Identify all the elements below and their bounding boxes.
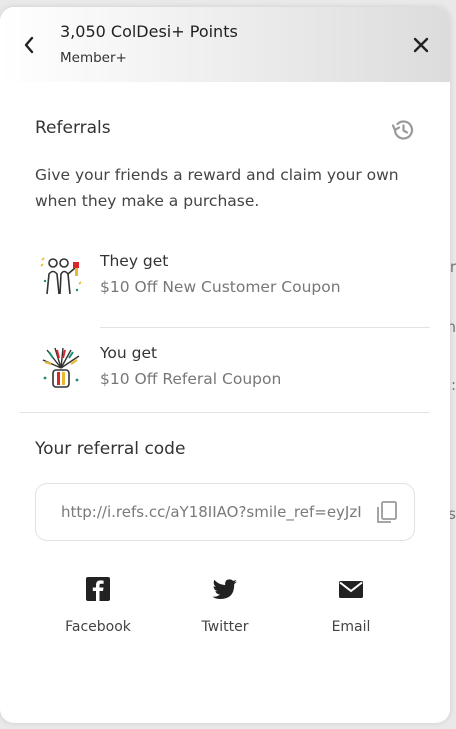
copy-button[interactable] bbox=[374, 499, 400, 525]
facebook-icon bbox=[86, 577, 110, 601]
close-icon bbox=[413, 37, 429, 53]
referrals-panel: 3,050 ColDesi+ Points Member+ Referrals … bbox=[0, 7, 450, 723]
reward-value: $10 Off New Customer Coupon bbox=[100, 278, 341, 296]
share-twitter-button[interactable]: Twitter bbox=[180, 575, 270, 635]
reward-row-they-get: They get $10 Off New Customer Coupon bbox=[35, 252, 430, 312]
points-header: 3,050 ColDesi+ Points Member+ bbox=[0, 7, 450, 82]
reward-row-you-get: You get $10 Off Referal Coupon bbox=[35, 344, 430, 404]
referrals-title: Referrals bbox=[35, 118, 111, 138]
friends-celebrating-icon bbox=[40, 257, 82, 295]
points-title: 3,050 ColDesi+ Points bbox=[60, 22, 238, 41]
referral-code-title: Your referral code bbox=[35, 439, 186, 459]
chevron-left-icon bbox=[24, 36, 34, 54]
history-button[interactable] bbox=[390, 117, 416, 143]
share-email-button[interactable]: Email bbox=[306, 575, 396, 635]
copy-icon bbox=[377, 501, 397, 523]
close-button[interactable] bbox=[410, 33, 432, 57]
share-label: Facebook bbox=[65, 619, 131, 635]
email-icon bbox=[339, 581, 363, 598]
reward-value: $10 Off Referal Coupon bbox=[100, 370, 282, 388]
tier-label: Member+ bbox=[60, 50, 127, 66]
background-glyph: : bbox=[450, 376, 456, 394]
party-popper-icon bbox=[42, 347, 80, 388]
share-label: Twitter bbox=[201, 619, 249, 635]
referrals-intro: Give your friends a reward and claim you… bbox=[35, 166, 399, 210]
background-glyph: r bbox=[449, 258, 456, 276]
reward-label: You get bbox=[100, 344, 158, 362]
referral-code-field[interactable] bbox=[61, 484, 361, 540]
twitter-icon bbox=[212, 579, 237, 599]
reward-label: They get bbox=[100, 252, 169, 270]
divider bbox=[100, 327, 430, 328]
share-facebook-button[interactable]: Facebook bbox=[53, 575, 143, 635]
referral-code-box bbox=[35, 483, 415, 541]
share-label: Email bbox=[331, 619, 371, 635]
history-icon bbox=[391, 120, 414, 140]
back-button[interactable] bbox=[18, 33, 40, 57]
divider bbox=[20, 412, 430, 413]
